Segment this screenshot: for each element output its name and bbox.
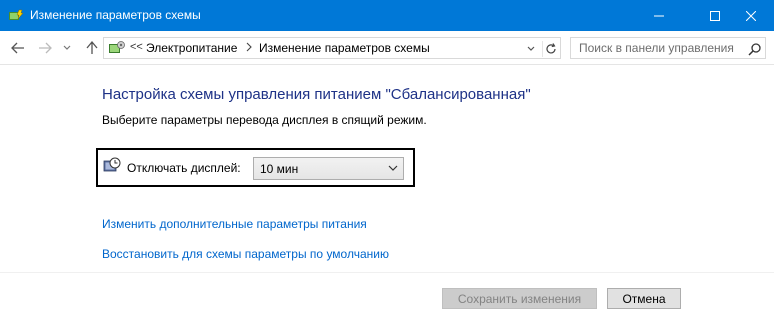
arrow-right-icon [39, 42, 52, 54]
search-icon[interactable] [748, 42, 762, 56]
display-timer-icon [103, 157, 121, 172]
address-bar[interactable]: << Электропитание Изменение параметров с… [103, 37, 561, 59]
power-options-icon [9, 9, 24, 20]
search-input[interactable] [570, 37, 766, 59]
page-title: Настройка схемы управления питанием "Сба… [102, 86, 531, 103]
chevron-down-icon [63, 45, 71, 50]
arrow-up-icon [86, 41, 98, 54]
window-title: Изменение параметров схемы [30, 8, 201, 22]
page-subtitle: Выберите параметры перевода дисплея в сп… [102, 113, 427, 127]
minimize-icon [654, 15, 664, 16]
recent-locations-button[interactable] [62, 40, 72, 56]
control-panel-window: Изменение параметров схемы << Электропит… [0, 0, 774, 335]
restore-defaults-link[interactable]: Восстановить для схемы параметры по умол… [102, 247, 389, 261]
close-icon [746, 10, 756, 21]
turn-off-display-select[interactable]: 10 мин [253, 157, 404, 180]
turn-off-display-label: Отключать дисплей: [127, 161, 241, 175]
cancel-button[interactable]: Отмена [607, 288, 681, 309]
turn-off-display-value: 10 мин [260, 162, 299, 176]
up-button[interactable] [84, 40, 100, 56]
chevron-right-icon[interactable] [246, 42, 252, 52]
navigation-bar: << Электропитание Изменение параметров с… [0, 31, 774, 65]
forward-button[interactable] [37, 40, 53, 56]
footer-divider [0, 272, 774, 273]
back-button[interactable] [10, 40, 26, 56]
breadcrumb-power-options[interactable]: Электропитание [146, 41, 237, 55]
refresh-button[interactable] [542, 41, 559, 57]
save-changes-button[interactable]: Сохранить изменения [442, 288, 597, 309]
address-history-button[interactable] [524, 42, 538, 56]
chevron-down-icon [527, 46, 535, 51]
arrow-left-icon [11, 42, 24, 54]
close-button[interactable] [728, 0, 774, 31]
chevron-down-icon [388, 165, 398, 171]
breadcrumb-edit-plan[interactable]: Изменение параметров схемы [259, 41, 430, 55]
breadcrumb-overflow[interactable]: << [130, 41, 143, 53]
title-bar: Изменение параметров схемы [0, 0, 774, 31]
control-panel-icon [109, 41, 125, 53]
refresh-icon [546, 43, 556, 54]
advanced-power-settings-link[interactable]: Изменить дополнительные параметры питани… [102, 217, 367, 231]
minimize-button[interactable] [636, 0, 682, 31]
maximize-icon [710, 10, 720, 21]
